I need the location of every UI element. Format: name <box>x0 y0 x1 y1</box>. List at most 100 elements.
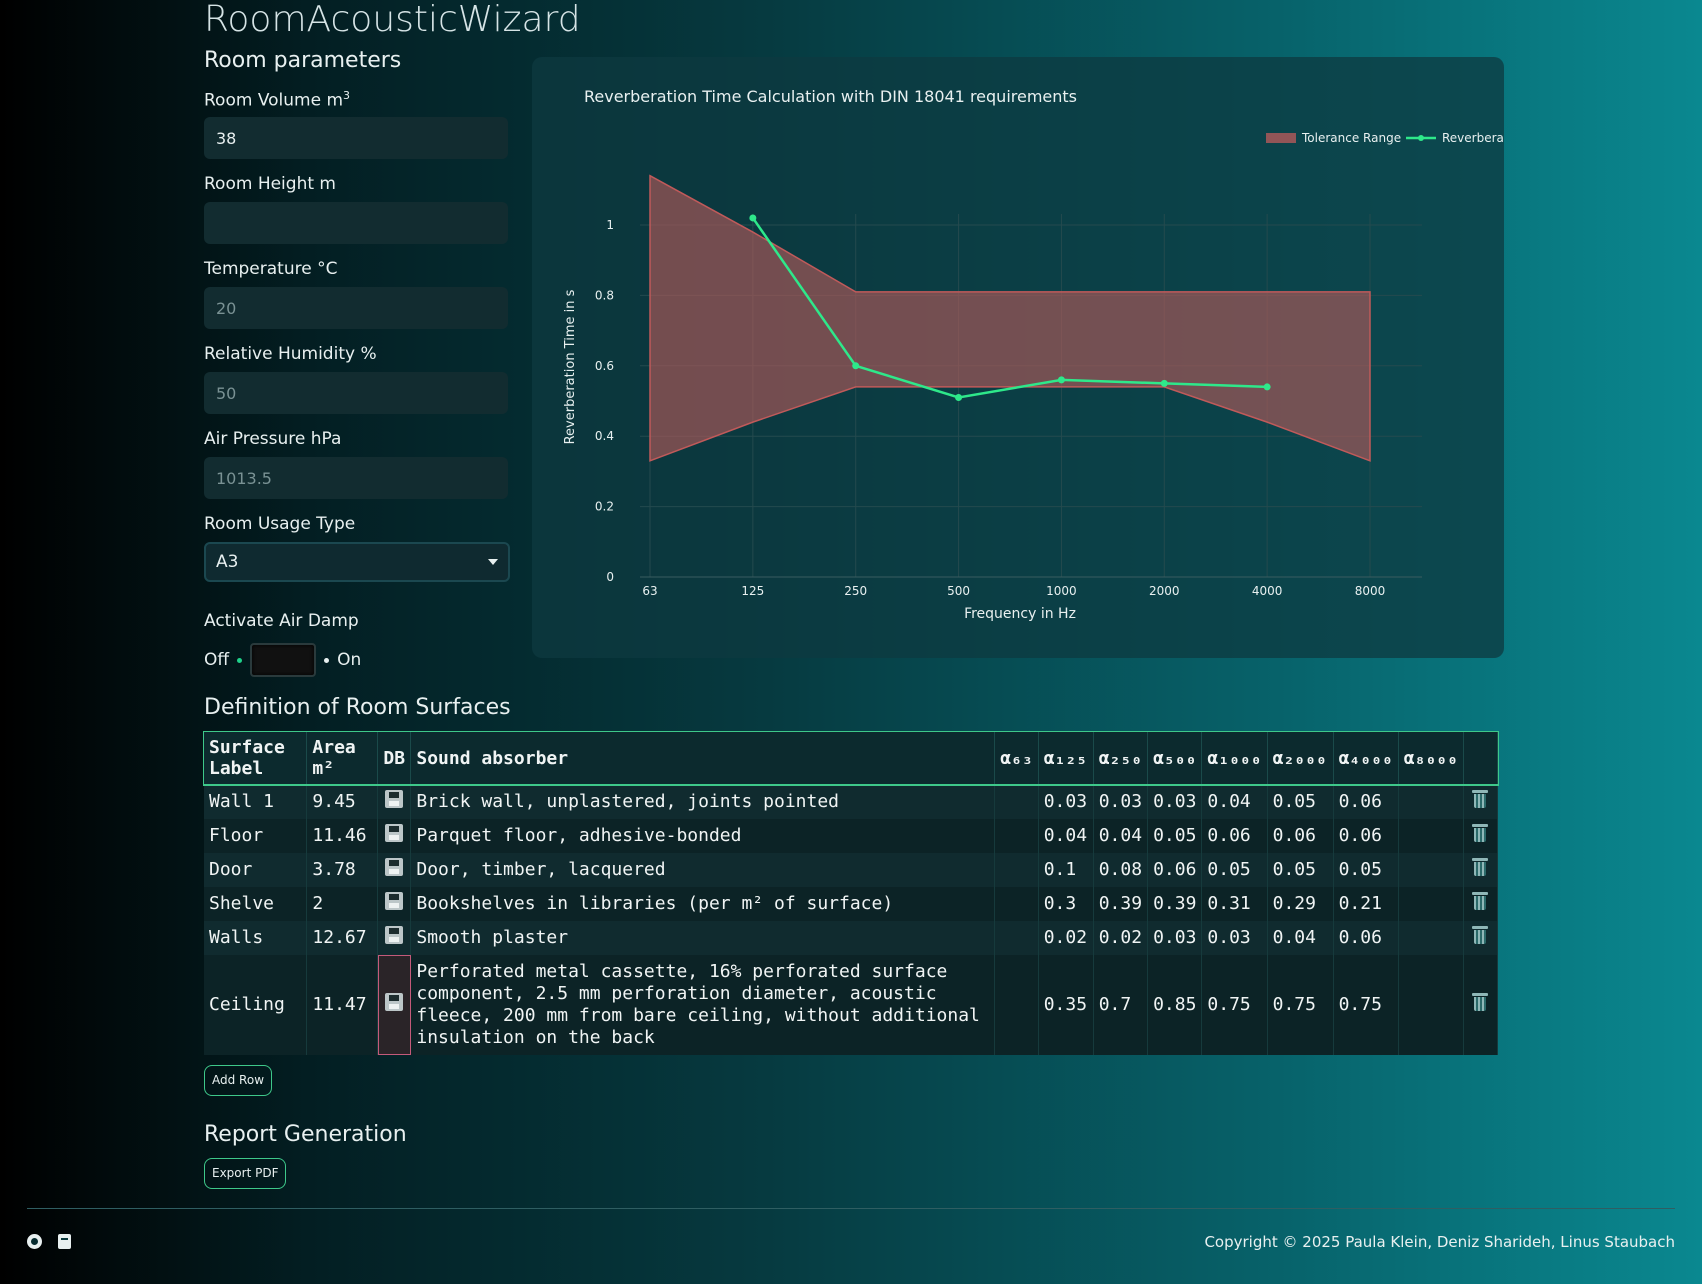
floppy-disk-icon[interactable] <box>385 790 404 809</box>
surface-label-cell[interactable]: Ceiling <box>204 954 308 1055</box>
area-cell[interactable]: 11.47 <box>306 954 379 1055</box>
alpha-cell-a63[interactable] <box>994 818 1039 853</box>
export-pdf-button[interactable]: Export PDF <box>204 1158 287 1189</box>
sound-absorber-cell[interactable]: Smooth plaster <box>410 920 996 955</box>
surface-label-cell[interactable]: Door <box>204 852 308 887</box>
alpha-cell-a2000[interactable]: 0.04 <box>1267 920 1334 955</box>
github-icon[interactable] <box>27 1234 42 1249</box>
surface-label-cell[interactable]: Floor <box>204 818 308 853</box>
area-cell[interactable]: 12.67 <box>306 920 379 955</box>
alpha-cell-a2000[interactable]: 0.29 <box>1267 886 1334 921</box>
air-pressure-input[interactable]: 1013.5 <box>204 457 508 499</box>
alpha-cell-a4000[interactable]: 0.06 <box>1333 784 1399 819</box>
floppy-disk-icon[interactable] <box>385 926 404 944</box>
add-row-button[interactable]: Add Row <box>204 1064 273 1096</box>
copyright-text: Copyright © 2025 Paula Klein, Deniz Shar… <box>1204 1233 1675 1251</box>
alpha-cell-a125[interactable]: 0.03 <box>1038 784 1094 819</box>
alpha-cell-a63[interactable] <box>994 920 1039 955</box>
trash-icon[interactable] <box>1472 925 1489 945</box>
alpha-cell-a8000[interactable] <box>1398 920 1464 955</box>
humidity-input[interactable]: 50 <box>204 372 508 414</box>
db-cell <box>377 784 412 819</box>
alpha-cell-a500[interactable]: 0.39 <box>1147 886 1203 921</box>
alpha-cell-a4000[interactable]: 0.06 <box>1333 920 1399 955</box>
alpha-cell-a125[interactable]: 0.35 <box>1038 954 1094 1055</box>
alpha-cell-a1000[interactable]: 0.05 <box>1201 852 1268 887</box>
alpha-cell-a8000[interactable] <box>1398 784 1464 819</box>
alpha-cell-a1000[interactable]: 0.31 <box>1201 886 1268 921</box>
alpha-cell-a500[interactable]: 0.05 <box>1147 818 1203 853</box>
floppy-disk-icon[interactable] <box>385 992 404 1011</box>
alpha-cell-a1000[interactable]: 0.04 <box>1201 784 1268 819</box>
sound-absorber-cell[interactable]: Perforated metal cassette, 16% perforate… <box>410 954 996 1055</box>
trash-icon[interactable] <box>1472 891 1489 911</box>
book-icon[interactable] <box>58 1234 71 1249</box>
alpha-cell-a125[interactable]: 0.3 <box>1038 886 1094 921</box>
surface-label-cell[interactable]: Walls <box>204 920 308 955</box>
trash-icon[interactable] <box>1472 789 1489 809</box>
alpha-cell-a250[interactable]: 0.04 <box>1093 818 1149 853</box>
area-cell[interactable]: 3.78 <box>306 852 379 887</box>
alpha-cell-a1000[interactable]: 0.06 <box>1201 818 1268 853</box>
sound-absorber-cell[interactable]: Brick wall, unplastered, joints pointed <box>410 784 996 819</box>
alpha-cell-a2000[interactable]: 0.05 <box>1267 852 1334 887</box>
alpha-cell-a2000[interactable]: 0.75 <box>1267 954 1334 1055</box>
floppy-disk-icon[interactable] <box>385 858 404 876</box>
alpha-cell-a8000[interactable] <box>1398 818 1464 853</box>
sound-absorber-cell[interactable]: Door, timber, lacquered <box>410 852 996 887</box>
alpha-cell-a4000[interactable]: 0.05 <box>1333 852 1399 887</box>
alpha-cell-a8000[interactable] <box>1398 886 1464 921</box>
alpha-cell-a250[interactable]: 0.03 <box>1093 784 1149 819</box>
area-cell[interactable]: 11.46 <box>306 818 379 853</box>
alpha-cell-a8000[interactable] <box>1398 954 1464 1055</box>
alpha-cell-a250[interactable]: 0.08 <box>1093 852 1149 887</box>
sound-absorber-cell[interactable]: Bookshelves in libraries (per m² of surf… <box>410 886 996 921</box>
surface-label-cell[interactable]: Wall 1 <box>204 784 308 819</box>
alpha-cell-a4000[interactable]: 0.75 <box>1333 954 1399 1055</box>
alpha-cell-a500[interactable]: 0.06 <box>1147 852 1203 887</box>
floppy-disk-icon[interactable] <box>385 892 404 910</box>
room-usage-select[interactable]: A3 <box>204 542 510 582</box>
air-damp-label: Activate Air Damp <box>204 611 359 631</box>
trash-icon[interactable] <box>1472 857 1489 877</box>
room-volume-input[interactable]: 38 <box>204 117 508 159</box>
alpha-cell-a2000[interactable]: 0.05 <box>1267 784 1334 819</box>
air-damp-switch[interactable] <box>250 643 317 677</box>
trash-icon[interactable] <box>1472 823 1489 843</box>
reverberation-time-point <box>955 393 963 401</box>
room-usage-value: A3 <box>216 552 239 572</box>
table-row: Shelve 2 Bookshelves in libraries (per m² … <box>204 886 1499 921</box>
alpha-cell-a63[interactable] <box>994 852 1039 887</box>
tolerance-range-area <box>649 174 1371 462</box>
alpha-cell-a2000[interactable]: 0.06 <box>1267 818 1334 853</box>
alpha-cell-a1000[interactable]: 0.75 <box>1201 954 1268 1055</box>
alpha-cell-a63[interactable] <box>994 886 1039 921</box>
surface-label-cell[interactable]: Shelve <box>204 886 308 921</box>
alpha-cell-a250[interactable]: 0.02 <box>1093 920 1149 955</box>
table-row: Walls 12.67 Smooth plaster 0.02 0.02 0.03 0.03… <box>204 920 1499 955</box>
temperature-input[interactable]: 20 <box>204 287 508 329</box>
floppy-disk-icon[interactable] <box>385 824 404 842</box>
alpha-cell-a250[interactable]: 0.7 <box>1093 954 1149 1055</box>
alpha-cell-a8000[interactable] <box>1398 852 1464 887</box>
sound-absorber-cell[interactable]: Parquet floor, adhesive-bonded <box>410 818 996 853</box>
reverberation-time-point <box>1057 376 1065 384</box>
area-cell[interactable]: 2 <box>306 886 379 921</box>
alpha-cell-a250[interactable]: 0.39 <box>1093 886 1149 921</box>
alpha-cell-a1000[interactable]: 0.03 <box>1201 920 1268 955</box>
alpha-cell-a63[interactable] <box>994 954 1039 1055</box>
alpha-cell-a500[interactable]: 0.03 <box>1147 920 1203 955</box>
x-axis-label: Frequency in Hz <box>964 606 1076 622</box>
alpha-cell-a125[interactable]: 0.1 <box>1038 852 1094 887</box>
trash-icon[interactable] <box>1472 992 1489 1012</box>
alpha-cell-a4000[interactable]: 0.21 <box>1333 886 1399 921</box>
alpha-cell-a125[interactable]: 0.04 <box>1038 818 1094 853</box>
alpha-cell-a125[interactable]: 0.02 <box>1038 920 1094 955</box>
area-cell[interactable]: 9.45 <box>306 784 379 819</box>
alpha-cell-a63[interactable] <box>994 784 1039 819</box>
alpha-cell-a4000[interactable]: 0.06 <box>1333 818 1399 853</box>
room-height-input[interactable] <box>204 202 508 244</box>
alpha-cell-a500[interactable]: 0.85 <box>1147 954 1203 1055</box>
header-a125: α₁₂₅ <box>1038 731 1094 785</box>
alpha-cell-a500[interactable]: 0.03 <box>1147 784 1203 819</box>
